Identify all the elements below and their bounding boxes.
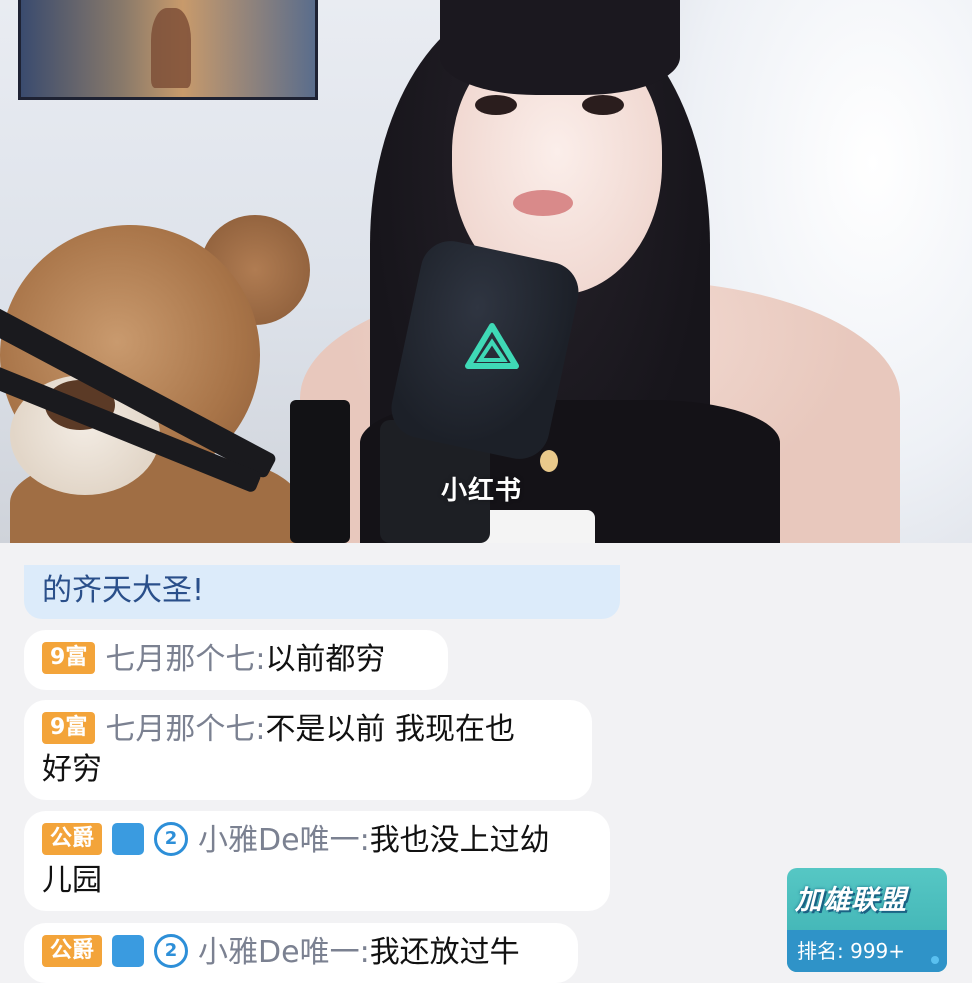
chat-message-text: 以前都穷	[265, 642, 386, 677]
chat-message-highlight: 的齐天大圣!	[24, 565, 620, 619]
guard-icon	[112, 934, 145, 967]
chat-message: 公爵 2 小雅De唯一:我还放过牛	[24, 923, 578, 983]
fan-level-icon: 2	[154, 933, 189, 968]
chat-message-text: 儿园	[42, 863, 102, 898]
chat-message-text: 我也没上过幼	[369, 823, 550, 858]
chat-message-text: 好穷	[42, 752, 102, 787]
chat-username[interactable]: 小雅De唯一:	[198, 935, 370, 970]
duke-badge: 公爵	[42, 822, 103, 855]
chat-message-text: 不是以前 我现在也	[265, 712, 515, 747]
wall-painting	[18, 0, 318, 100]
chat-username[interactable]: 七月那个七:	[105, 712, 265, 747]
wealth-level-badge: 9富	[42, 711, 96, 744]
league-rank: 排名: 999+	[787, 930, 947, 972]
guard-icon	[112, 822, 145, 855]
necklace	[540, 450, 558, 472]
league-rank-card[interactable]: 加雄联盟 排名: 999+	[787, 868, 947, 972]
chat-message-text: 我还放过牛	[369, 935, 520, 970]
chat-username[interactable]: 七月那个七:	[105, 642, 265, 677]
watermark-logo: 小红书	[441, 476, 523, 506]
chat-message-text: 的齐天大圣!	[42, 573, 205, 608]
chat-username[interactable]: 小雅De唯一:	[198, 823, 370, 858]
fan-level-icon: 2	[154, 821, 189, 856]
league-logo: 加雄联盟	[795, 885, 907, 916]
chat-message: 9富 七月那个七:不是以前 我现在也 好穷	[24, 700, 592, 800]
chat-message: 公爵 2 小雅De唯一:我也没上过幼 儿园	[24, 811, 610, 911]
mic-logo-icon	[465, 323, 519, 369]
live-video[interactable]: 小红书	[0, 0, 972, 543]
duke-badge: 公爵	[42, 934, 103, 967]
wealth-level-badge: 9富	[42, 641, 96, 674]
chat-message: 9富 七月那个七:以前都穷	[24, 630, 448, 690]
